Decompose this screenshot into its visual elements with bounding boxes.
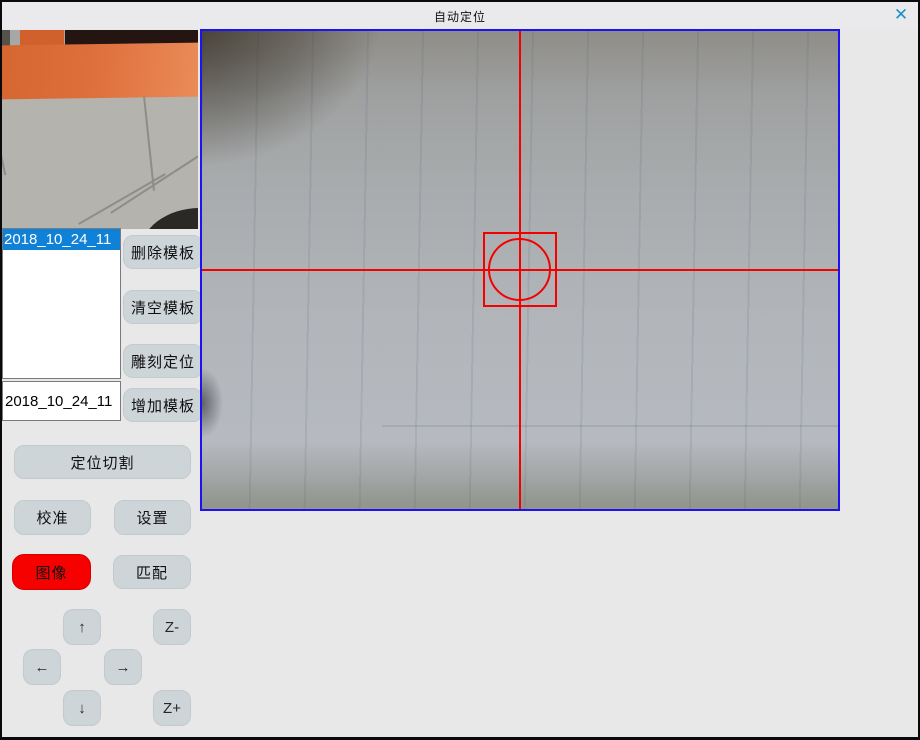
preview-tile-line xyxy=(78,173,166,225)
camera-feed-image xyxy=(202,31,838,509)
delete-template-button[interactable]: 删除模板 xyxy=(123,235,203,269)
clear-templates-button[interactable]: 清空模板 xyxy=(123,290,203,324)
camera-tile-line xyxy=(382,425,838,427)
calibrate-button[interactable]: 校准 xyxy=(14,500,91,535)
preview-orange-beam xyxy=(2,43,198,100)
jog-left-button[interactable]: ← xyxy=(23,649,61,685)
camera-viewport xyxy=(200,29,840,511)
image-button-active[interactable]: 图像 xyxy=(12,554,91,590)
template-name-input[interactable] xyxy=(2,381,121,421)
dialog-title: 自动定位 xyxy=(2,8,918,25)
template-preview-image xyxy=(2,30,198,229)
jog-z-minus-button[interactable]: Z- xyxy=(153,609,191,645)
jog-down-button[interactable]: ↓ xyxy=(63,690,101,726)
engrave-position-button[interactable]: 雕刻定位 xyxy=(123,344,203,378)
auto-position-dialog: 自动定位 ✕ 2018_10_24_11 删除模板 清空模板 雕刻定位 增加模板… xyxy=(0,0,920,740)
jog-up-button[interactable]: ↑ xyxy=(63,609,101,645)
target-circle-overlay xyxy=(488,238,551,301)
jog-right-button[interactable]: → xyxy=(104,649,142,685)
preview-tile-line xyxy=(2,97,6,176)
template-list-item-selected[interactable]: 2018_10_24_11 xyxy=(3,229,120,250)
preview-tile-line xyxy=(143,96,155,191)
match-button[interactable]: 匹配 xyxy=(113,555,191,589)
title-bar: 自动定位 ✕ xyxy=(2,2,918,29)
close-icon[interactable]: ✕ xyxy=(891,5,911,25)
position-cut-button[interactable]: 定位切割 xyxy=(14,445,191,479)
preview-tile-line xyxy=(110,152,198,214)
jog-z-plus-button[interactable]: Z+ xyxy=(153,690,191,726)
template-list[interactable]: 2018_10_24_11 xyxy=(2,228,121,379)
preview-dark-object xyxy=(140,208,198,229)
add-template-button[interactable]: 增加模板 xyxy=(123,388,203,422)
settings-button[interactable]: 设置 xyxy=(114,500,191,535)
